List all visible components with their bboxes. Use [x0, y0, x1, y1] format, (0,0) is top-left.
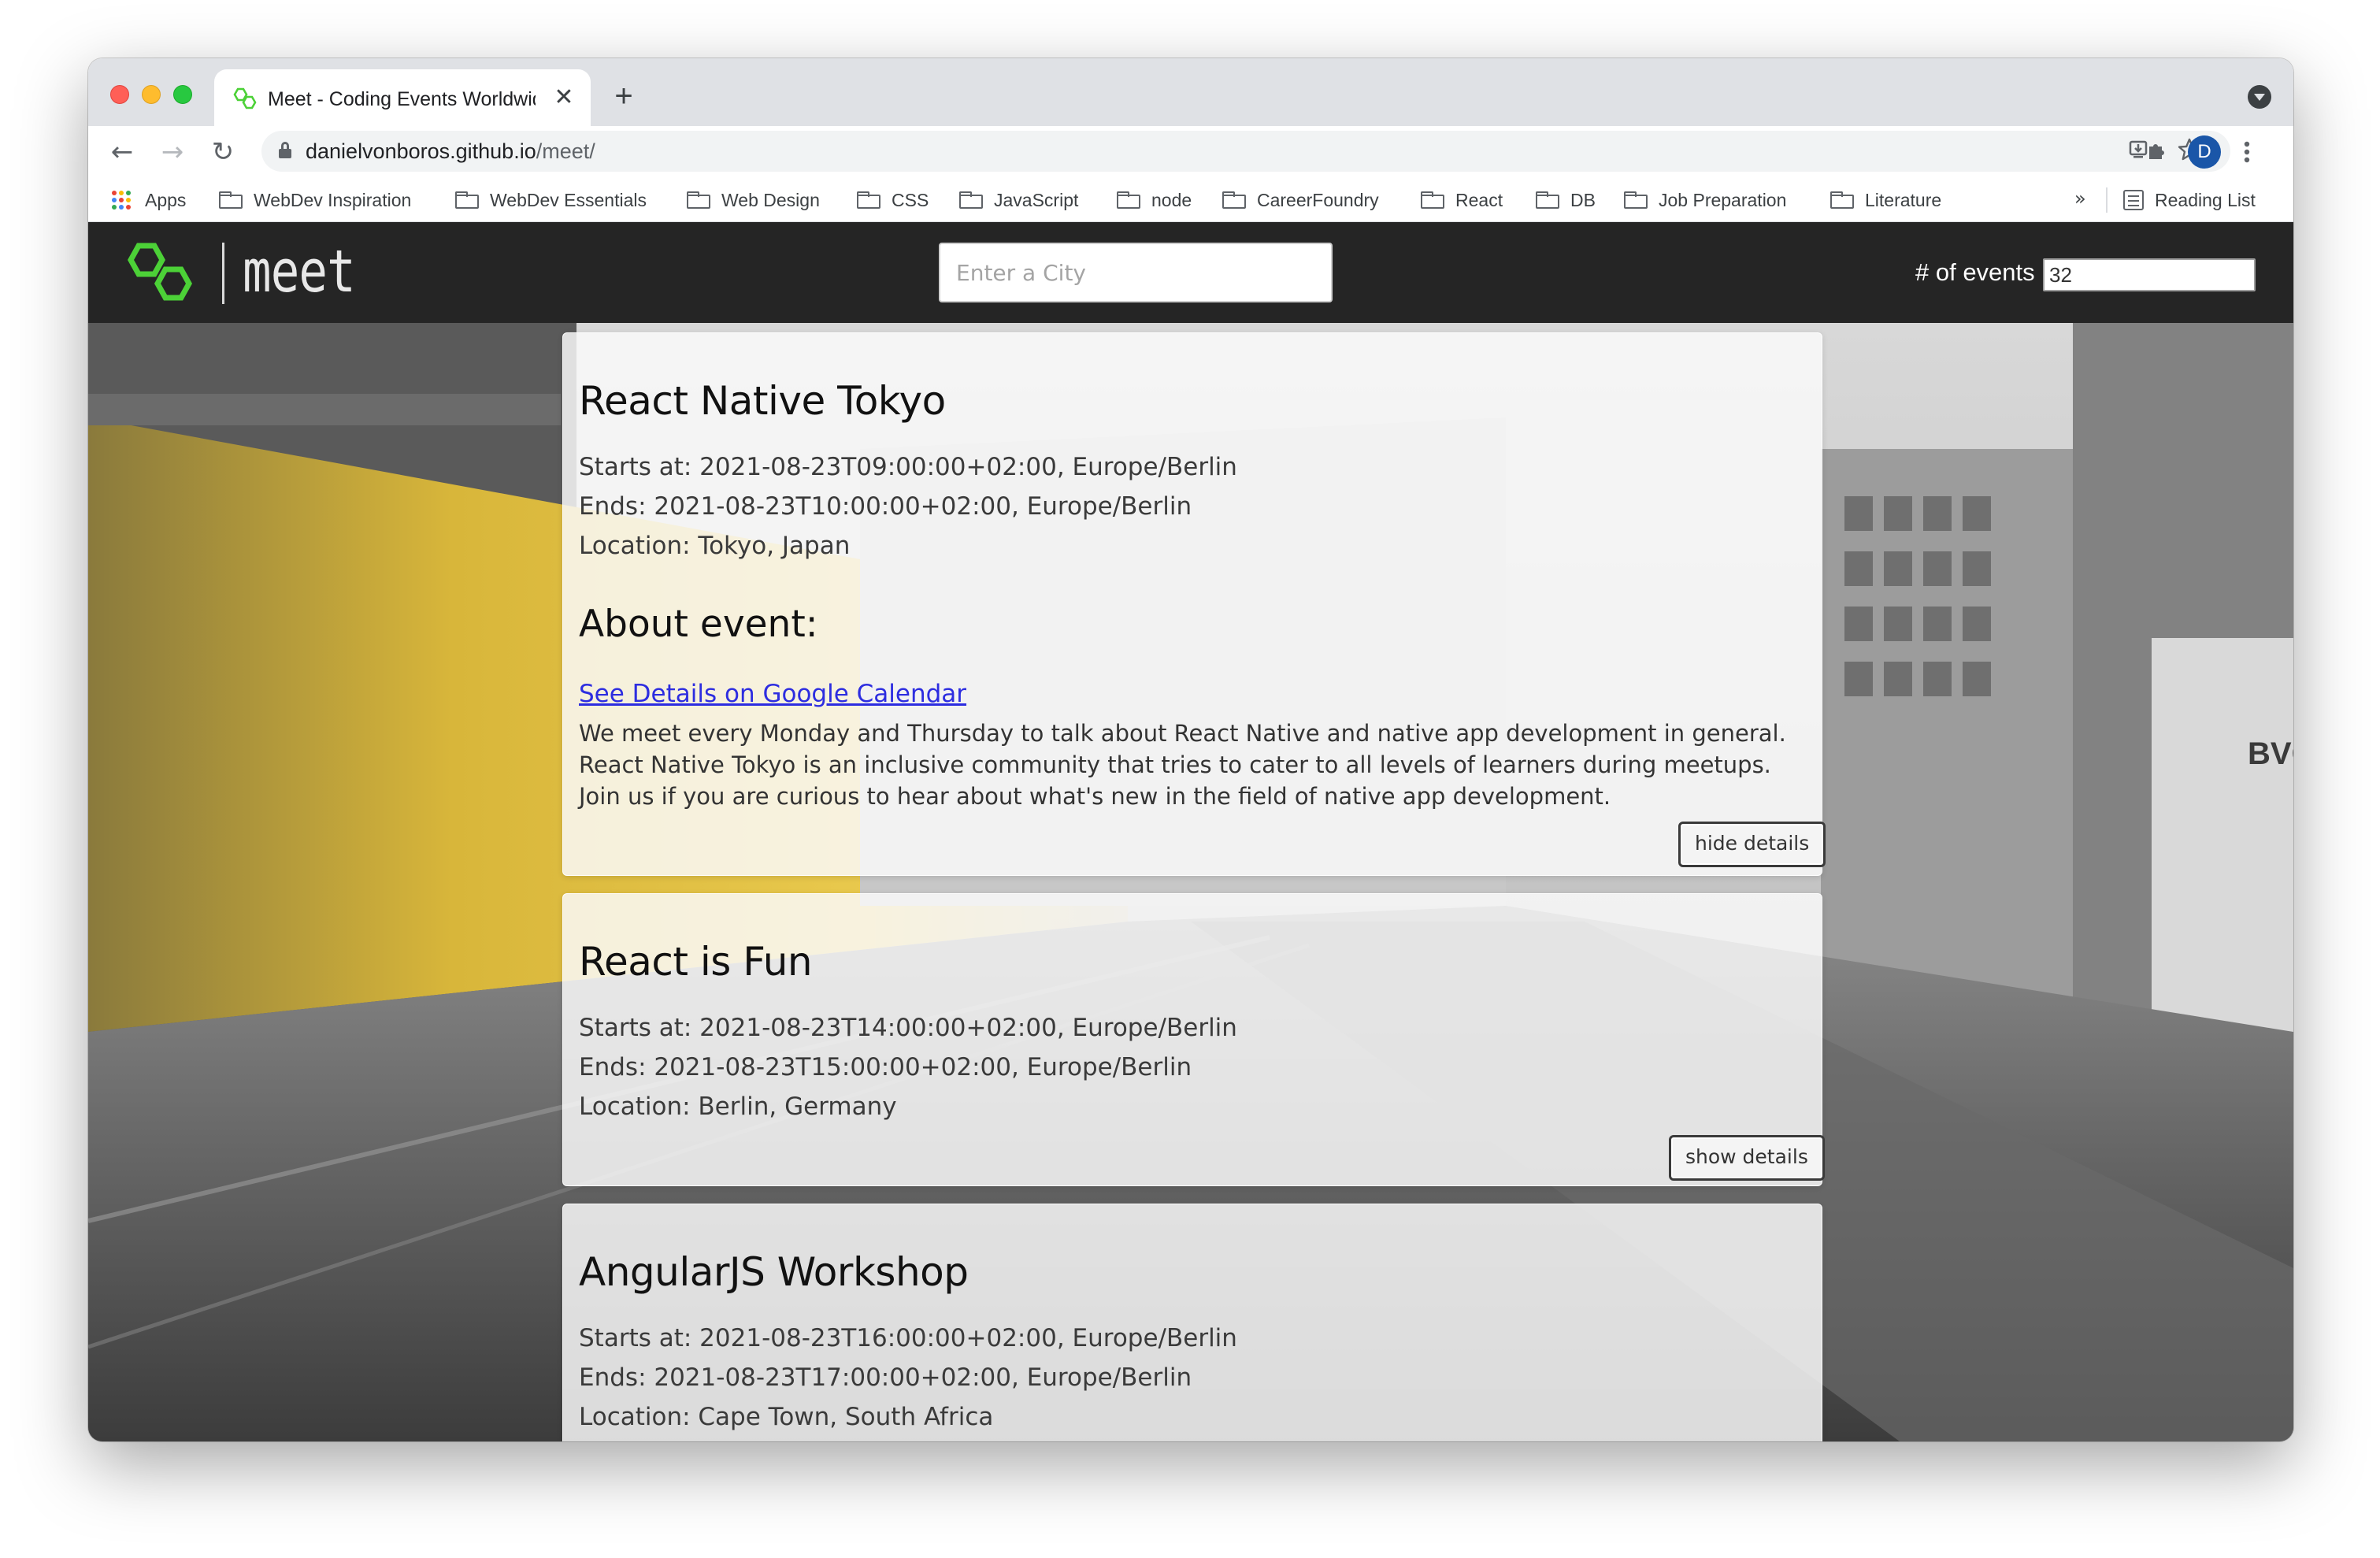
event-title: AngularJS Workshop — [579, 1249, 969, 1295]
bookmark-label: React — [1455, 189, 1503, 210]
google-calendar-link[interactable]: See Details on Google Calendar — [579, 678, 966, 710]
profile-avatar[interactable]: D — [2188, 135, 2221, 169]
bookmark-folder[interactable]: CSS — [857, 187, 929, 213]
meet-favicon-icon — [233, 87, 257, 109]
event-end: Ends: 2021-08-23T10:00:00+02:00, Europe/… — [579, 492, 1192, 521]
bookmark-folder[interactable]: JavaScript — [959, 187, 1078, 213]
minimize-window-button[interactable] — [142, 85, 161, 104]
bookmark-folder[interactable]: Web Design — [687, 187, 820, 213]
bookmarks-overflow-button[interactable]: » — [2074, 187, 2086, 210]
close-window-button[interactable] — [110, 85, 129, 104]
bookmark-folder[interactable]: WebDev Inspiration — [219, 187, 411, 213]
address-bar[interactable]: danielvonboros.github.io/meet/ — [261, 131, 2230, 172]
bookmark-label: CareerFoundry — [1257, 189, 1379, 210]
hide-details-button[interactable]: hide details — [1678, 822, 1826, 867]
event-location: Location: Berlin, Germany — [579, 1092, 897, 1121]
extensions-icon[interactable] — [2142, 137, 2172, 167]
bookmark-label: CSS — [892, 189, 929, 210]
tab-strip: Meet - Coding Events Worldwide ✕ + — [88, 58, 2293, 126]
folder-icon — [1830, 191, 1854, 209]
bookmarks-divider — [2106, 187, 2108, 213]
event-card: React Native Tokyo Starts at: 2021-08-23… — [562, 332, 1826, 876]
event-description: We meet every Monday and Thursday to tal… — [579, 718, 1815, 812]
event-start: Starts at: 2021-08-23T16:00:00+02:00, Eu… — [579, 1324, 1237, 1352]
app-logo-text: meet — [243, 238, 356, 306]
event-card: React is Fun Starts at: 2021-08-23T14:00… — [562, 893, 1825, 1186]
bookmark-label: DB — [1570, 189, 1596, 210]
logo-divider — [222, 243, 224, 304]
about-event-heading: About event: — [579, 603, 818, 646]
page-viewport[interactable]: BVG meet # of events React Native Tokyo — [88, 222, 2293, 1441]
bookmark-folder[interactable]: node — [1117, 187, 1192, 213]
back-button[interactable]: ← — [106, 135, 139, 169]
show-details-button[interactable]: show details — [1669, 1135, 1825, 1181]
bookmark-label: WebDev Inspiration — [254, 189, 412, 210]
reading-list-button[interactable]: Reading List — [2123, 187, 2256, 213]
bookmarks-bar: Apps WebDev Inspiration WebDev Essential… — [88, 178, 2293, 222]
kebab-menu-icon[interactable] — [2235, 135, 2259, 169]
bookmark-apps[interactable]: Apps — [112, 187, 186, 213]
bookmark-label: Literature — [1865, 189, 1942, 210]
forward-button[interactable]: → — [156, 135, 189, 169]
folder-icon — [959, 191, 983, 209]
new-tab-button[interactable]: + — [606, 79, 641, 113]
reload-button[interactable]: ↻ — [206, 135, 239, 169]
folder-icon — [687, 191, 710, 209]
lock-icon[interactable] — [279, 142, 291, 159]
event-end: Ends: 2021-08-23T15:00:00+02:00, Europe/… — [579, 1053, 1192, 1081]
city-search-input[interactable] — [939, 243, 1333, 302]
description-line: React Native Tokyo is an inclusive commu… — [579, 751, 1771, 778]
bookmark-label: WebDev Essentials — [490, 189, 647, 210]
app-header: meet # of events — [88, 222, 2293, 323]
folder-icon — [455, 191, 479, 209]
tab-title: Meet - Coding Events Worldwide — [268, 88, 536, 110]
folder-icon — [219, 191, 243, 209]
event-start: Starts at: 2021-08-23T14:00:00+02:00, Eu… — [579, 1014, 1237, 1042]
bookmark-folder[interactable]: Job Preparation — [1624, 187, 1786, 213]
bookmark-folder[interactable]: CareerFoundry — [1222, 187, 1379, 213]
browser-window: Meet - Coding Events Worldwide ✕ + ← → ↻… — [88, 58, 2293, 1441]
url-host: danielvonboros.github.io — [306, 139, 536, 163]
folder-icon — [1536, 191, 1559, 209]
maximize-window-button[interactable] — [173, 85, 192, 104]
apps-grid-icon — [112, 191, 131, 210]
bookmark-label: Apps — [145, 189, 187, 210]
tab-active[interactable]: Meet - Coding Events Worldwide ✕ — [214, 69, 591, 126]
reading-list-label: Reading List — [2155, 189, 2256, 210]
close-tab-icon[interactable]: ✕ — [550, 83, 578, 112]
bookmark-label: Web Design — [721, 189, 820, 210]
event-card: AngularJS Workshop Starts at: 2021-08-23… — [562, 1204, 1822, 1441]
event-end: Ends: 2021-08-23T17:00:00+02:00, Europe/… — [579, 1363, 1192, 1392]
folder-icon — [1624, 191, 1648, 209]
folder-icon — [1117, 191, 1140, 209]
bookmark-label: Job Preparation — [1659, 189, 1787, 210]
folder-icon — [1421, 191, 1444, 209]
folder-icon — [1222, 191, 1246, 209]
bookmark-label: JavaScript — [994, 189, 1079, 210]
tab-search-icon[interactable] — [2248, 85, 2271, 109]
number-of-events-input[interactable] — [2043, 258, 2256, 291]
bookmark-folder[interactable]: React — [1421, 187, 1503, 213]
bookmark-folder[interactable]: Literature — [1830, 187, 1941, 213]
number-of-events-label: # of events — [1915, 258, 2035, 286]
folder-icon — [857, 191, 880, 209]
description-line: We meet every Monday and Thursday to tal… — [579, 720, 1786, 747]
browser-toolbar: ← → ↻ danielvonboros.github.io/meet/ D — [88, 126, 2293, 178]
meet-logo-icon — [127, 243, 193, 301]
event-start: Starts at: 2021-08-23T09:00:00+02:00, Eu… — [579, 453, 1237, 481]
url-text[interactable]: danielvonboros.github.io/meet/ — [306, 139, 595, 164]
url-path: /meet/ — [536, 139, 595, 163]
bookmark-label: node — [1151, 189, 1192, 210]
event-title: React Native Tokyo — [579, 378, 946, 424]
event-location: Location: Tokyo, Japan — [579, 532, 851, 560]
reading-list-icon — [2123, 190, 2144, 210]
bookmark-folder[interactable]: DB — [1536, 187, 1596, 213]
description-line: Join us if you are curious to hear about… — [579, 783, 1611, 810]
bookmark-folder[interactable]: WebDev Essentials — [455, 187, 647, 213]
event-title: React is Fun — [579, 939, 813, 985]
bvg-sign: BVG — [2248, 736, 2293, 771]
event-location: Location: Cape Town, South Africa — [579, 1403, 994, 1431]
